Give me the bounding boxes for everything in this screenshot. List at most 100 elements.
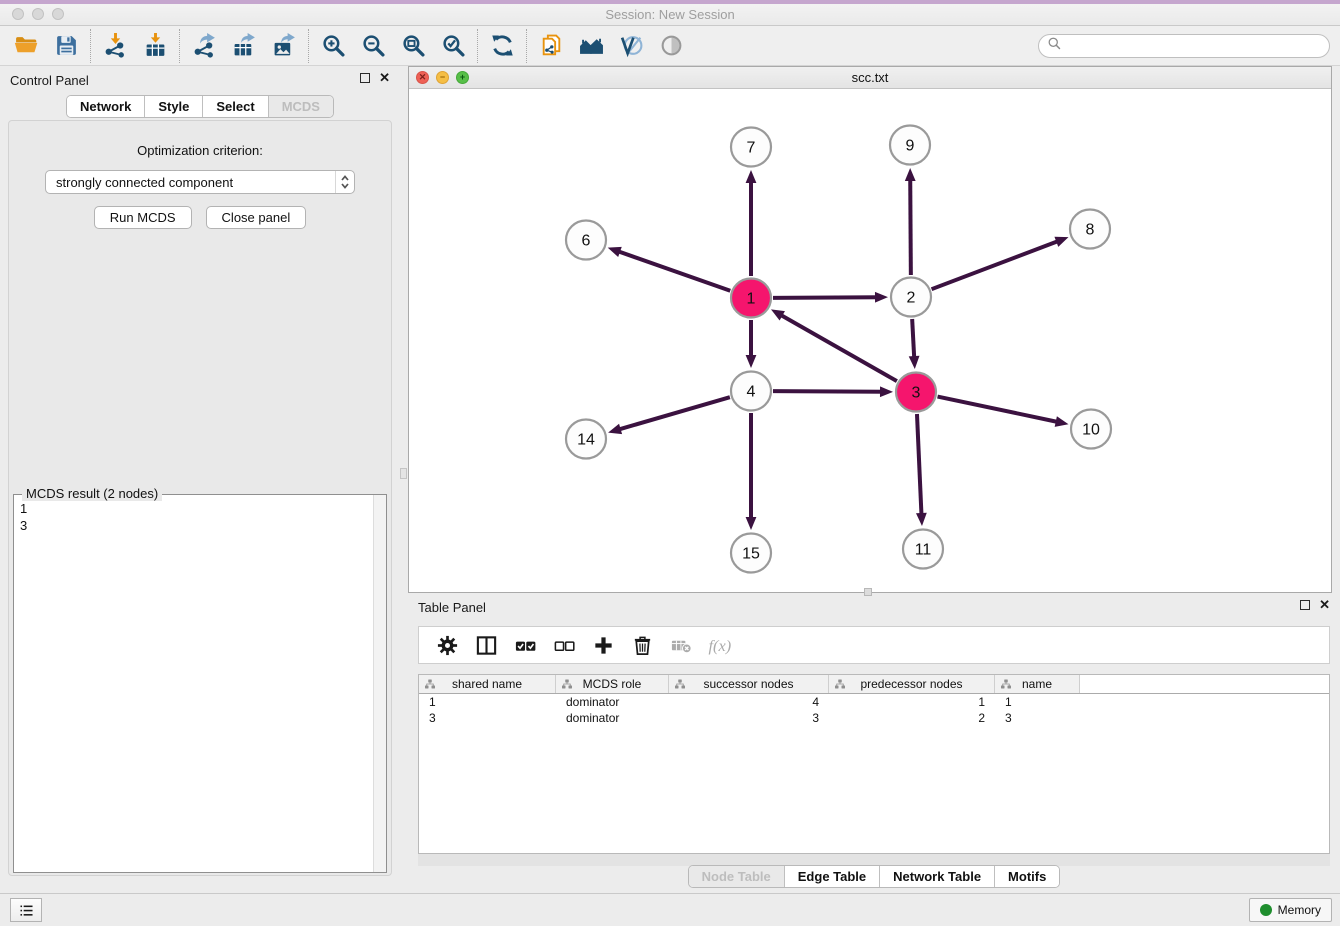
svg-text:2: 2	[907, 290, 916, 307]
splitter-grip[interactable]	[400, 468, 407, 479]
duplicate-network-icon[interactable]	[531, 29, 571, 63]
table-cell[interactable]: 2	[829, 710, 995, 726]
column-header-name[interactable]: name	[995, 675, 1080, 693]
tab-select[interactable]: Select	[202, 96, 267, 117]
zoom-selected-icon[interactable]	[433, 29, 473, 63]
graph-node-9[interactable]: 9	[890, 126, 930, 165]
edge-2-9[interactable]	[910, 177, 911, 275]
open-session-icon[interactable]	[6, 29, 46, 63]
table-cell[interactable]: 1	[995, 694, 1080, 710]
column-header-successor-nodes[interactable]: successor nodes	[669, 675, 829, 693]
graph-node-8[interactable]: 8	[1070, 210, 1110, 249]
edge-2-3[interactable]	[912, 319, 914, 360]
graph-node-3[interactable]: 3	[896, 373, 936, 412]
tab-network[interactable]: Network	[67, 96, 144, 117]
tab-node-table[interactable]: Node Table	[689, 866, 784, 887]
import-network-icon[interactable]	[95, 29, 135, 63]
network-view-window: ✕ − + scc.txt 7968124314101511	[408, 66, 1332, 593]
import-table-icon[interactable]	[135, 29, 175, 63]
select-all-icon[interactable]	[507, 630, 544, 660]
delete-column-icon[interactable]	[624, 630, 661, 660]
table-cell[interactable]: 3	[995, 710, 1080, 726]
network-graph[interactable]: 7 9 6 8 1 2 4 3 14 10 15 11	[409, 89, 1331, 592]
column-header-predecessor-nodes[interactable]: predecessor nodes	[829, 675, 995, 693]
search-box[interactable]	[1038, 34, 1330, 58]
tab-motifs[interactable]: Motifs	[994, 866, 1059, 887]
edge-arrowhead	[1054, 237, 1068, 247]
edge-1-6[interactable]	[616, 251, 730, 291]
table-cell[interactable]: dominator	[556, 694, 669, 710]
tab-edge-table[interactable]: Edge Table	[784, 866, 879, 887]
tab-network-table[interactable]: Network Table	[879, 866, 994, 887]
edge-arrowhead	[880, 386, 893, 397]
export-network-icon[interactable]	[184, 29, 224, 63]
control-panel-title: Control Panel	[10, 73, 89, 88]
table-toolbar: f(x)	[418, 626, 1330, 664]
export-table-icon[interactable]	[224, 29, 264, 63]
edge-4-3[interactable]	[773, 391, 884, 392]
edge-3-1[interactable]	[779, 314, 897, 381]
list-icon	[18, 902, 35, 919]
function-builder-icon: f(x)	[702, 630, 739, 660]
table-cell[interactable]: 1	[829, 694, 995, 710]
panel-splitter[interactable]	[400, 66, 408, 893]
tab-mcds[interactable]: MCDS	[268, 96, 333, 117]
network-canvas[interactable]: 7 9 6 8 1 2 4 3 14 10 15 11	[409, 89, 1331, 592]
hide-preview-icon[interactable]	[651, 29, 691, 63]
column-header-shared-name[interactable]: shared name	[419, 675, 556, 693]
table-row[interactable]: 1dominator411	[419, 694, 1329, 710]
deselect-all-icon[interactable]	[546, 630, 583, 660]
edge-arrowhead	[746, 355, 757, 368]
optimization-criterion-dropdown[interactable]: strongly connected component	[45, 170, 355, 194]
edge-2-8[interactable]	[932, 240, 1061, 289]
graph-node-1[interactable]: 1	[731, 279, 771, 318]
float-panel-icon[interactable]	[360, 73, 370, 83]
edge-4-14[interactable]	[617, 397, 730, 430]
task-history-button[interactable]	[10, 898, 42, 922]
table-cell[interactable]: 4	[669, 694, 829, 710]
graph-node-15[interactable]: 15	[731, 534, 771, 573]
edge-1-2[interactable]	[773, 297, 879, 298]
table-row[interactable]: 3dominator323	[419, 710, 1329, 726]
memory-status-icon	[1260, 904, 1272, 916]
table-cell[interactable]: 3	[419, 710, 556, 726]
search-input[interactable]	[1067, 39, 1321, 53]
column-header-MCDS-role[interactable]: MCDS role	[556, 675, 669, 693]
settings-gear-icon[interactable]	[429, 630, 466, 660]
save-session-icon[interactable]	[46, 29, 86, 63]
refresh-layout-icon[interactable]	[482, 29, 522, 63]
style-preview-icon[interactable]	[611, 29, 651, 63]
zoom-in-icon[interactable]	[313, 29, 353, 63]
home-icon[interactable]	[571, 29, 611, 63]
close-panel-button[interactable]: Close panel	[206, 206, 307, 229]
result-scrollbar[interactable]	[373, 495, 386, 872]
main-toolbar	[0, 26, 1340, 66]
edge-3-10[interactable]	[938, 397, 1060, 423]
table-cell[interactable]: 1	[419, 694, 556, 710]
memory-button[interactable]: Memory	[1249, 898, 1332, 922]
export-image-icon[interactable]	[264, 29, 304, 63]
graph-node-4[interactable]: 4	[731, 372, 771, 411]
zoom-out-icon[interactable]	[353, 29, 393, 63]
edge-3-11[interactable]	[917, 414, 922, 517]
control-panel: Control Panel ✕ NetworkStyleSelectMCDS O…	[0, 66, 400, 893]
graph-node-14[interactable]: 14	[566, 420, 606, 459]
close-panel-icon[interactable]: ✕	[379, 73, 390, 83]
close-table-panel-icon[interactable]: ✕	[1319, 600, 1330, 610]
table-header-row: shared nameMCDS rolesuccessor nodesprede…	[419, 675, 1329, 694]
tab-style[interactable]: Style	[144, 96, 202, 117]
graph-node-10[interactable]: 10	[1071, 410, 1111, 449]
add-column-icon[interactable]	[585, 630, 622, 660]
memory-label: Memory	[1278, 903, 1321, 917]
graph-node-2[interactable]: 2	[891, 278, 931, 317]
zoom-fit-icon[interactable]	[393, 29, 433, 63]
column-selector-icon[interactable]	[468, 630, 505, 660]
float-table-panel-icon[interactable]	[1300, 600, 1310, 610]
graph-node-11[interactable]: 11	[903, 530, 943, 569]
table-panel: Table Panel ✕ f(x) shared nameMCDS roles…	[408, 593, 1340, 893]
graph-node-6[interactable]: 6	[566, 221, 606, 260]
table-cell[interactable]: dominator	[556, 710, 669, 726]
run-mcds-button[interactable]: Run MCDS	[94, 206, 192, 229]
table-cell[interactable]: 3	[669, 710, 829, 726]
graph-node-7[interactable]: 7	[731, 128, 771, 167]
